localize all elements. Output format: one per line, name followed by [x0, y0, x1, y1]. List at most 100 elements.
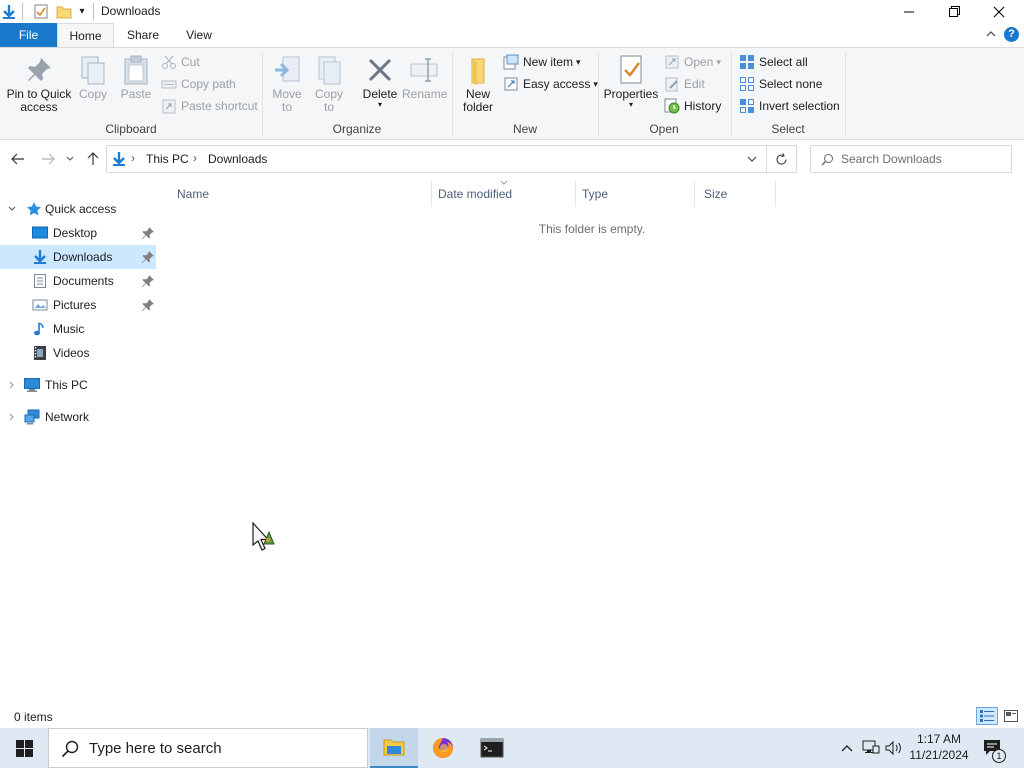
tab-view[interactable]: View: [174, 23, 224, 47]
breadcrumb-separator[interactable]: ›: [193, 151, 197, 165]
up-button[interactable]: [83, 149, 103, 169]
pin-icon[interactable]: [141, 274, 155, 288]
cut-button[interactable]: Cut: [161, 52, 200, 72]
details-view-button[interactable]: [976, 707, 998, 725]
new-folder-button[interactable]: New folder: [458, 52, 498, 114]
taskbar-terminal[interactable]: [468, 728, 516, 768]
chevron-up-icon[interactable]: [985, 28, 997, 40]
address-bar[interactable]: › This PC › Downloads: [106, 145, 767, 173]
large-icons-view-button[interactable]: [1000, 707, 1022, 725]
select-none-label: Select none: [759, 77, 823, 91]
breadcrumb-downloads[interactable]: Downloads: [208, 152, 267, 166]
close-button[interactable]: [976, 0, 1022, 23]
copy-button[interactable]: Copy: [75, 52, 111, 101]
tree-item-desktop[interactable]: Desktop: [0, 221, 156, 245]
tree-item-music[interactable]: Music: [0, 317, 156, 341]
tree-label-documents: Documents: [53, 274, 114, 288]
recent-locations-dropdown[interactable]: [63, 149, 77, 169]
cut-label: Cut: [181, 55, 200, 69]
show-hidden-icons-chevron-up-icon[interactable]: [838, 739, 856, 757]
pin-icon[interactable]: [141, 298, 155, 312]
column-header-size[interactable]: Size: [696, 181, 776, 207]
ribbon-home: Pin to Quick access Copy Paste Cut Copy …: [0, 47, 1024, 140]
breadcrumb-separator[interactable]: ›: [131, 151, 135, 165]
chevron-down-icon[interactable]: [6, 203, 18, 215]
pin-to-quick-access-button[interactable]: Pin to Quick access: [6, 52, 72, 114]
refresh-button[interactable]: [766, 145, 797, 173]
address-history-chevron-down-icon[interactable]: [747, 156, 757, 163]
column-header-name[interactable]: Name: [169, 181, 432, 207]
pin-icon[interactable]: [141, 250, 155, 264]
tree-item-videos[interactable]: Videos: [0, 341, 156, 365]
new-folder-quick-icon[interactable]: [55, 3, 73, 20]
select-none-button[interactable]: Select none: [739, 74, 822, 94]
tree-item-documents[interactable]: Documents: [0, 269, 156, 293]
tree-item-network[interactable]: Network: [0, 405, 156, 429]
pin-icon[interactable]: [141, 226, 155, 240]
invert-selection-button[interactable]: Invert selection: [739, 96, 840, 116]
open-button[interactable]: Open ▾: [664, 52, 721, 72]
breadcrumb-this-pc[interactable]: This PC: [146, 152, 189, 166]
tree-item-quick-access[interactable]: Quick access: [0, 197, 156, 221]
scissors-icon: [162, 55, 176, 69]
start-button[interactable]: [0, 728, 48, 768]
chevron-right-icon[interactable]: [6, 411, 18, 423]
edit-button[interactable]: Edit: [664, 74, 705, 94]
rename-button[interactable]: Rename: [402, 52, 448, 101]
history-icon: [664, 98, 680, 114]
new-item-dropdown-arrow[interactable]: ▾: [576, 57, 581, 68]
properties-button[interactable]: Properties ▾: [603, 52, 659, 109]
open-dropdown-arrow[interactable]: ▾: [716, 57, 721, 68]
history-button[interactable]: History: [664, 96, 721, 116]
tree-item-pictures[interactable]: Pictures: [0, 293, 156, 317]
move-to-button[interactable]: Move to: [268, 52, 306, 114]
music-note-icon: [34, 322, 44, 336]
taskbar-firefox[interactable]: [419, 728, 467, 768]
clock-date: 11/21/2024: [909, 748, 969, 762]
tab-file[interactable]: File: [0, 23, 57, 47]
paste-button[interactable]: Paste: [117, 52, 155, 101]
copy-path-button[interactable]: Copy path: [161, 74, 236, 94]
customize-quick-access-dropdown[interactable]: ▾: [75, 3, 89, 20]
chevron-right-icon[interactable]: [6, 379, 18, 391]
properties-dropdown-arrow[interactable]: ▾: [603, 101, 659, 109]
new-item-button[interactable]: New item ▾: [503, 52, 581, 72]
tree-item-this-pc[interactable]: This PC: [0, 373, 156, 397]
back-button[interactable]: [8, 149, 28, 169]
open-label: Open: [684, 55, 714, 69]
clock[interactable]: 1:17 AM 11/21/2024: [904, 731, 974, 763]
title-separator: [93, 3, 94, 20]
easy-access-icon: [504, 77, 518, 91]
invert-selection-label: Invert selection: [759, 99, 840, 113]
column-header-type[interactable]: Type: [574, 181, 695, 207]
window-title: Downloads: [101, 4, 161, 18]
properties-quick-icon[interactable]: [32, 3, 50, 20]
restore-button[interactable]: [931, 0, 977, 23]
search-box[interactable]: [810, 145, 1012, 173]
tab-share[interactable]: Share: [118, 23, 168, 47]
volume-icon[interactable]: [884, 739, 902, 757]
help-icon[interactable]: ?: [1004, 27, 1019, 42]
delete-button[interactable]: Delete ▾: [360, 52, 400, 109]
taskbar-file-explorer[interactable]: [370, 728, 418, 768]
search-input[interactable]: [841, 152, 1006, 166]
delete-dropdown-arrow[interactable]: ▾: [360, 101, 400, 109]
move-to-label-line2: to: [281, 100, 292, 114]
firefox-icon: [433, 738, 453, 758]
pin-label-line2: access: [20, 100, 58, 114]
taskbar-search-box[interactable]: Type here to search: [48, 728, 368, 768]
paste-shortcut-button[interactable]: Paste shortcut: [161, 96, 258, 116]
network-status-icon[interactable]: [862, 739, 880, 757]
easy-access-button[interactable]: Easy access ▾: [503, 74, 598, 94]
minimize-button[interactable]: [886, 0, 932, 23]
tab-home[interactable]: Home: [57, 23, 114, 48]
move-to-icon: [275, 56, 300, 82]
forward-button[interactable]: [38, 149, 58, 169]
tree-item-downloads[interactable]: Downloads: [0, 245, 156, 269]
copy-to-button[interactable]: Copy to: [310, 52, 348, 114]
edit-icon: [665, 77, 678, 92]
select-all-button[interactable]: Select all: [739, 52, 808, 72]
select-all-icon: [740, 55, 754, 69]
history-label: History: [684, 99, 722, 113]
rename-label: Rename: [402, 87, 448, 101]
